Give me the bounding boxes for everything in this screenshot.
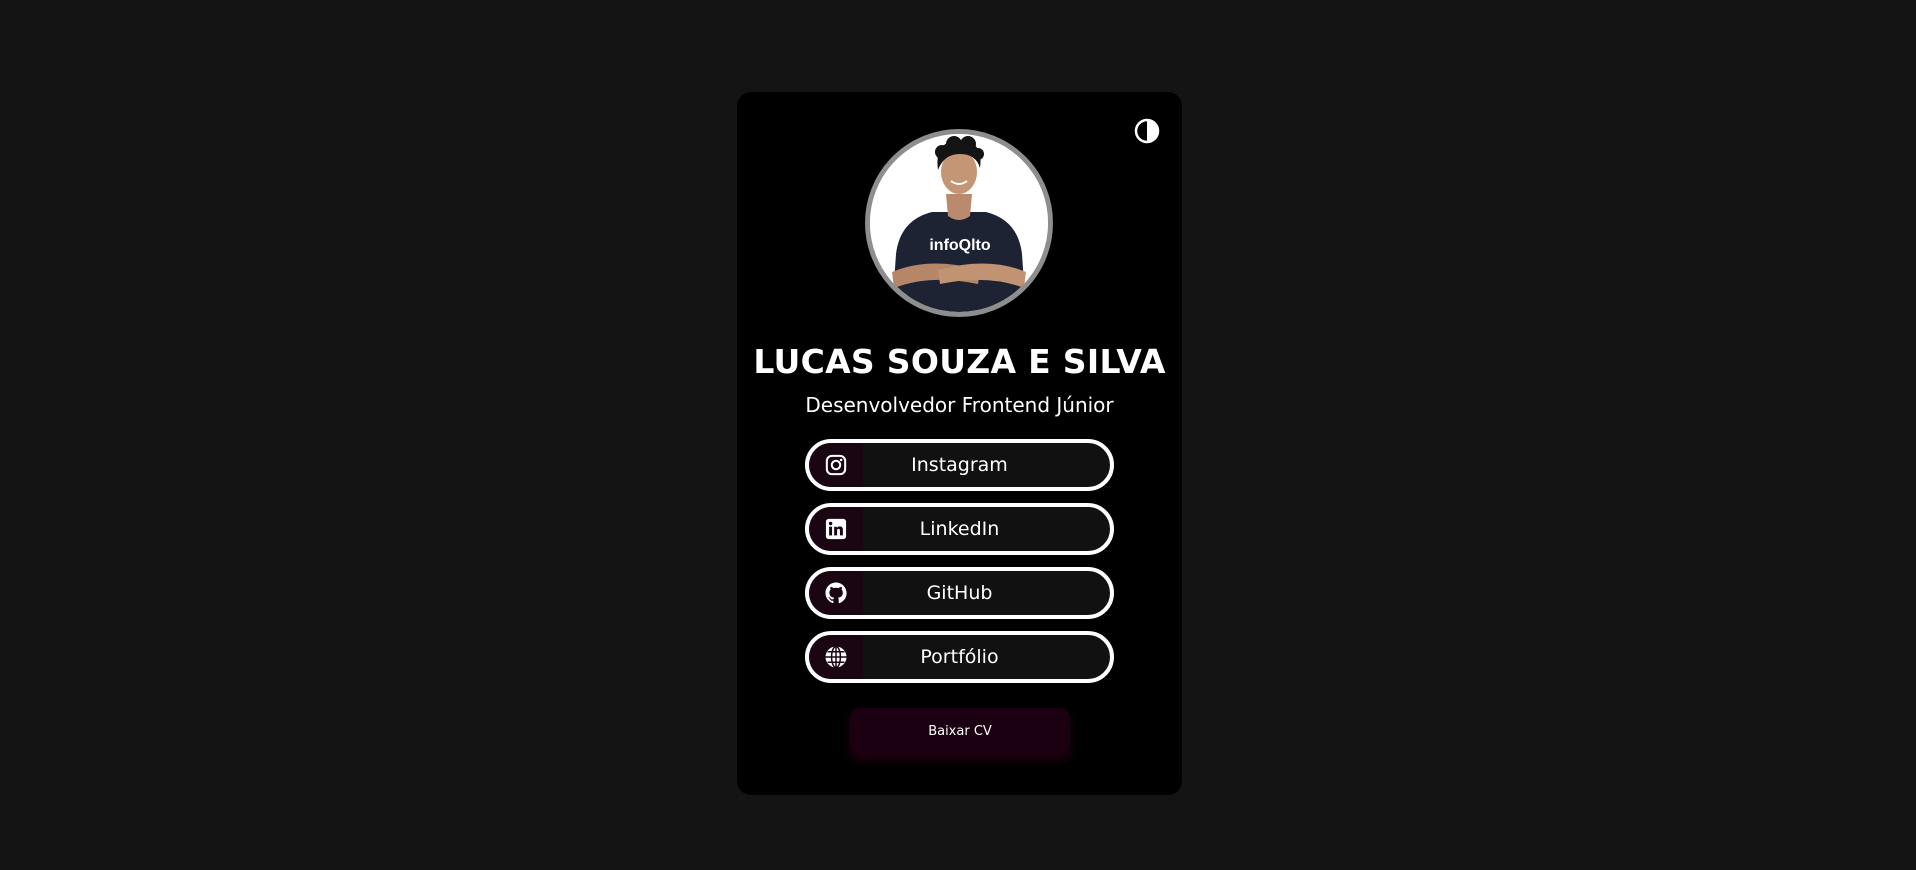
profile-role: Desenvolvedor Frontend Júnior [805, 393, 1114, 417]
avatar: infoQlto [865, 129, 1053, 317]
theme-toggle-button[interactable] [1133, 117, 1161, 145]
github-link[interactable]: GitHub [805, 567, 1114, 619]
profile-name: LUCAS SOUZA E SILVA [753, 342, 1166, 381]
shirt-logo-text: infoQlto [929, 237, 991, 254]
linkedin-link-label: LinkedIn [919, 518, 1000, 540]
profile-photo: infoQlto [870, 134, 1048, 312]
contrast-icon [1134, 118, 1160, 144]
download-cv-button[interactable]: Baixar CV [850, 708, 1070, 754]
portfolio-link-label: Portfólio [920, 646, 999, 668]
linkedin-link[interactable]: LinkedIn [805, 503, 1114, 555]
profile-card: infoQlto LUCAS SOUZA E SILVA Desenvolved… [737, 92, 1182, 795]
instagram-link[interactable]: Instagram [805, 439, 1114, 491]
social-links: Instagram LinkedIn GitHub Portfólio [805, 439, 1114, 695]
portfolio-link[interactable]: Portfólio [805, 631, 1114, 683]
instagram-link-label: Instagram [911, 454, 1008, 476]
github-link-label: GitHub [926, 582, 993, 604]
